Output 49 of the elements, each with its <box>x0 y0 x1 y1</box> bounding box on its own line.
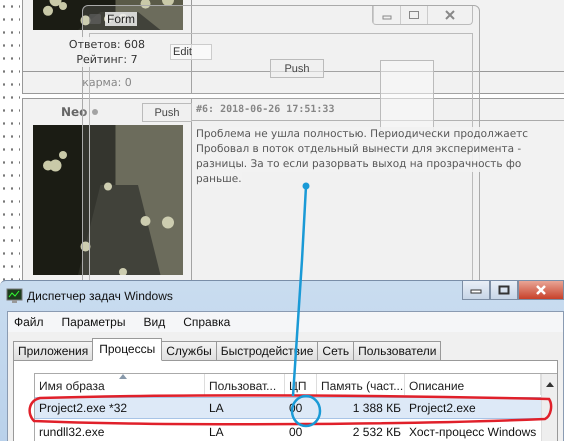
stat-text: Ответов: 608 <box>68 37 146 52</box>
post-text: разницы. За то если разорвать выход на прозрачность фо <box>196 157 522 172</box>
tab[interactable]: Приложения <box>13 341 94 361</box>
window-title: Диспетчер задач Windows <box>27 289 173 303</box>
menu-item[interactable]: Вид <box>143 315 166 329</box>
window-title: Form <box>105 12 137 26</box>
table-cell-text: 2 532 КБ <box>352 424 402 441</box>
menu-item[interactable]: Справка <box>183 315 230 329</box>
stat-text: Рейтинг: 7 <box>76 52 138 67</box>
status-dot-icon <box>92 109 98 115</box>
column-header-text: Описание <box>409 379 464 393</box>
close-button[interactable] <box>518 281 564 300</box>
column-header-text: Имя образа <box>39 379 105 393</box>
column-header-text: Пользоват... <box>209 379 276 393</box>
app-icon <box>89 14 101 24</box>
author-name[interactable]: Neo <box>61 105 88 119</box>
menu-item[interactable]: Файл <box>14 315 44 329</box>
table-cell-text: Project2.exe <box>408 400 477 417</box>
table-cell-text: Хост-процесс Windows <box>408 424 538 441</box>
sort-arrow-icon <box>119 374 127 379</box>
maximize-icon <box>408 10 420 20</box>
table-row[interactable]: rundll32.exe LA 00 2 532 КБ Хост-процесс Windows <box>35 421 541 441</box>
menu-item[interactable]: Параметры <box>62 315 126 329</box>
close-icon <box>444 10 456 20</box>
scroll-up-arrow-icon <box>546 382 554 387</box>
post-date: #6: 2018-06-26 17:51:33 <box>196 104 334 115</box>
table-cell-text: 00 <box>288 424 304 441</box>
table-cell-text: rundll32.exe <box>38 424 106 441</box>
scrollbar[interactable] <box>541 374 557 441</box>
tab[interactable]: Пользователи <box>353 341 442 361</box>
post-text: Пробовал в поток отдельный вынести для эксперимента - <box>196 142 522 157</box>
minimize-button[interactable] <box>462 281 490 300</box>
maximize-button[interactable] <box>490 281 518 300</box>
close-icon <box>535 285 547 295</box>
karma-text: карма: 0 <box>82 76 132 89</box>
table-cell-text: LA <box>208 424 225 441</box>
edit-field[interactable]: Edit <box>170 44 212 60</box>
table-cell-text: LA <box>208 400 225 417</box>
column-header-text: Память (част... <box>321 379 404 393</box>
tab[interactable]: Службы <box>161 341 217 361</box>
push-button[interactable]: Push <box>142 103 192 122</box>
table-cell-text: 1 388 КБ <box>352 400 402 417</box>
post-text: Проблема не ушла полностью. Периодически продолжаетс <box>196 127 528 142</box>
table-cell-text: Project2.exe *32 <box>38 400 128 417</box>
maximize-icon <box>498 285 510 295</box>
monitor-icon <box>5 288 23 304</box>
push-button[interactable]: Push <box>270 59 324 78</box>
tab[interactable]: Процессы <box>92 338 162 361</box>
tab[interactable]: Сеть <box>317 341 354 361</box>
